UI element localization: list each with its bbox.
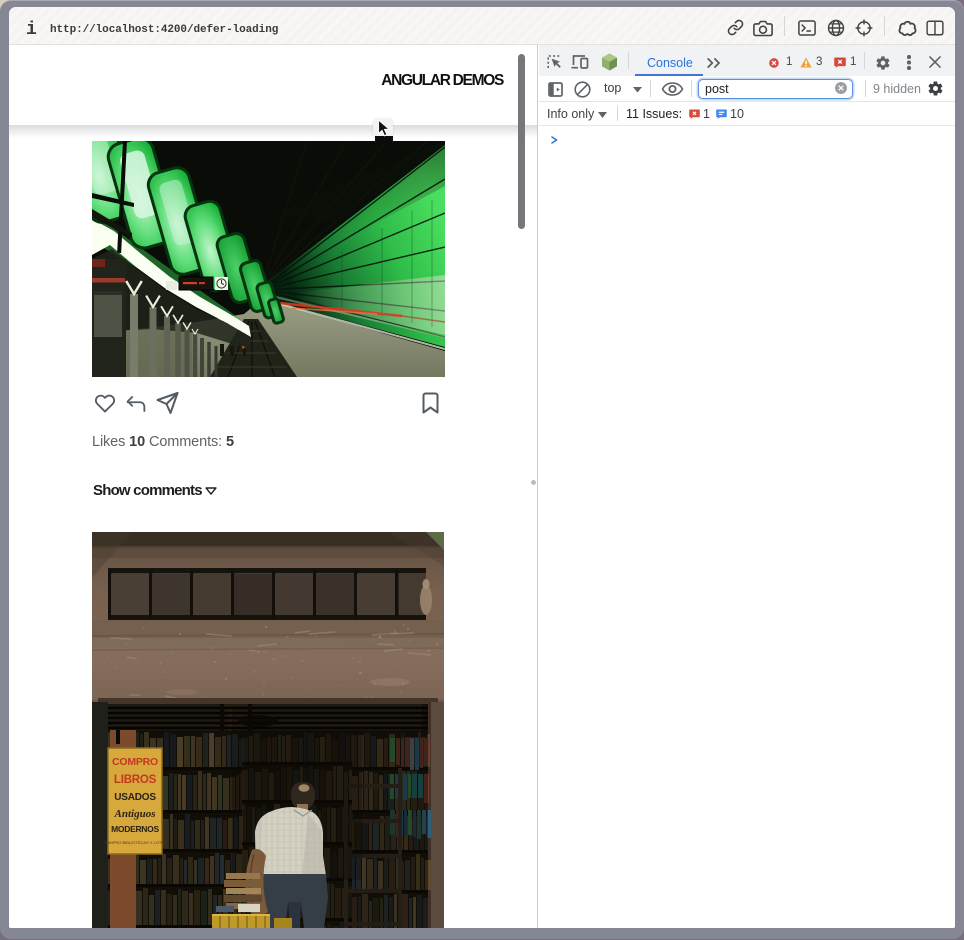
svg-text:USADOS: USADOS <box>114 792 156 803</box>
svg-text:COMPRO: COMPRO <box>112 756 158 768</box>
svg-text:Antiguos: Antiguos <box>114 808 156 820</box>
svg-text:MODERNOS: MODERNOS <box>111 824 159 834</box>
svg-text:COMPRO BIBLIOTECAS Y LOTES: COMPRO BIBLIOTECAS Y LOTES <box>103 840 167 845</box>
svg-text:LIBROS: LIBROS <box>114 774 157 786</box>
